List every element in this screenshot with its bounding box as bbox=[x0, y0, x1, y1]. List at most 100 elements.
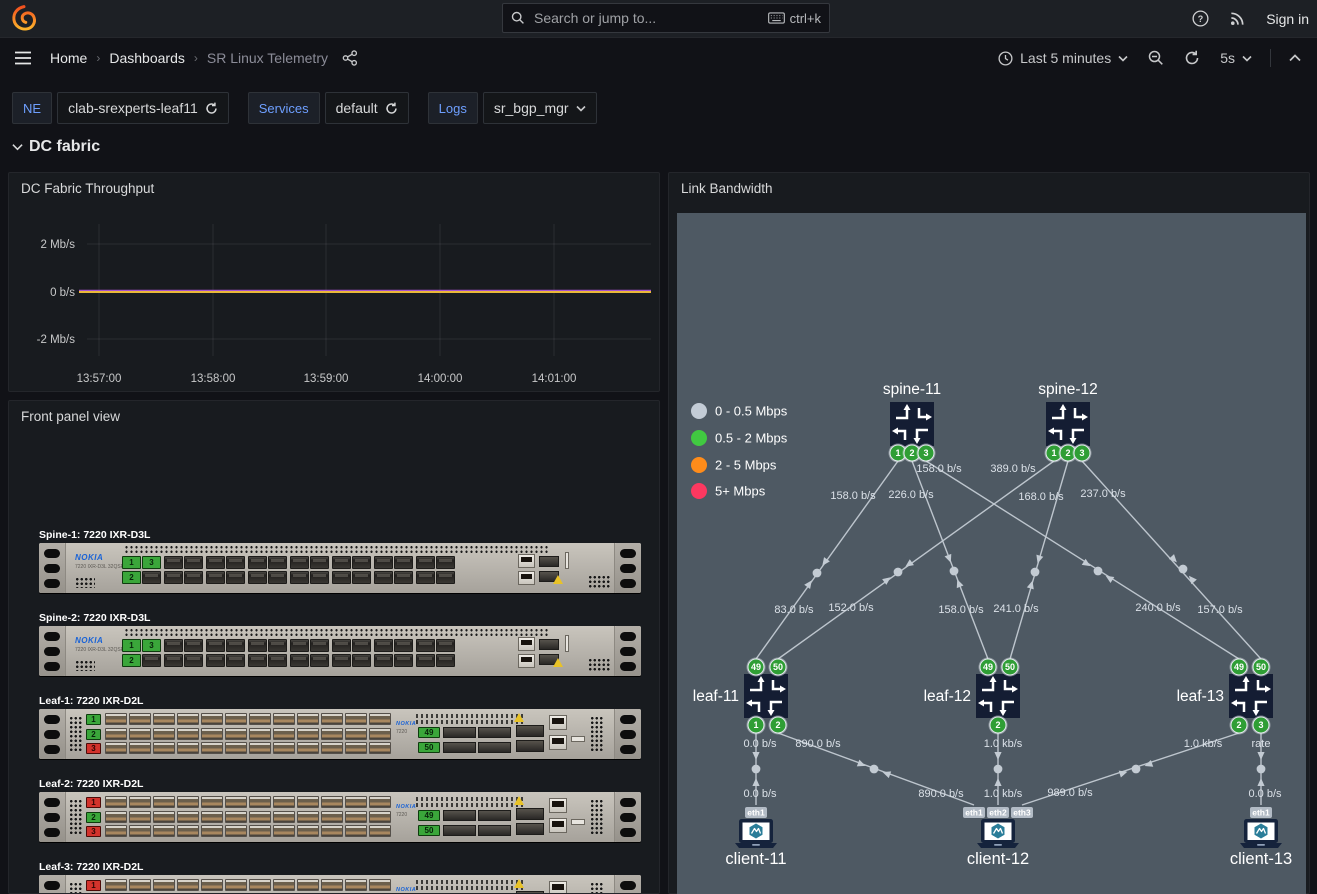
topology-node-spine-11[interactable]: spine-11123 bbox=[883, 381, 941, 463]
chevron-down-icon bbox=[576, 105, 586, 112]
dashboard-toolbar: Home›Dashboards›SR Linux Telemetry Last … bbox=[0, 38, 1317, 78]
svg-text:237.0 b/s: 237.0 b/s bbox=[1080, 488, 1126, 500]
breadcrumb-item-sr-linux-telemetry[interactable]: SR Linux Telemetry bbox=[207, 50, 328, 66]
variable-value: default bbox=[336, 100, 378, 116]
svg-text:14:00:00: 14:00:00 bbox=[418, 373, 463, 385]
topology-node-client-12[interactable]: eth1eth2eth3client-12 bbox=[963, 807, 1033, 868]
svg-text:389.0 b/s: 389.0 b/s bbox=[990, 463, 1036, 475]
svg-text:eth2: eth2 bbox=[989, 808, 1007, 818]
svg-text:158.0 b/s: 158.0 b/s bbox=[830, 490, 876, 502]
svg-text:158.0 b/s: 158.0 b/s bbox=[938, 604, 984, 616]
breadcrumb: Home›Dashboards›SR Linux Telemetry bbox=[50, 50, 328, 66]
search-bar[interactable]: ctrl+k bbox=[502, 3, 830, 33]
svg-text:0.0 b/s: 0.0 b/s bbox=[743, 738, 777, 750]
device-label: Spine-2: 7220 IXR-D3L bbox=[39, 612, 641, 624]
share-icon[interactable] bbox=[342, 50, 358, 66]
svg-text:890.0 b/s: 890.0 b/s bbox=[795, 738, 841, 750]
variable-services: Services default bbox=[248, 92, 409, 124]
topology-link: 0.0 b/s0.0 b/s bbox=[743, 733, 777, 805]
search-shortcut-hint: ctrl+k bbox=[768, 11, 821, 26]
variable-ne: NEclab-srexperts-leaf11 bbox=[12, 92, 229, 124]
time-range-picker[interactable]: Last 5 minutes bbox=[992, 46, 1134, 70]
device-image: NOKIA7220 IXR-D3L 32QSFP28132 bbox=[39, 543, 641, 593]
svg-text:spine-11: spine-11 bbox=[883, 381, 941, 398]
legend-item: 5+ Mbps bbox=[691, 483, 766, 499]
menu-toggle-icon[interactable] bbox=[14, 51, 32, 65]
zoom-out-time-button[interactable] bbox=[1142, 46, 1170, 70]
front-panel-spine-1: Spine-1: 7220 IXR-D3LNOKIA7220 IXR-D3L 3… bbox=[39, 529, 641, 593]
svg-text:client-11: client-11 bbox=[725, 850, 786, 868]
topology-node-client-13[interactable]: eth1client-13 bbox=[1230, 807, 1292, 868]
front-panel-leaf-2: Leaf-2: 7220 IXR-D2L123NOKIA72204950 bbox=[39, 778, 641, 842]
variable-value-picker[interactable]: sr_bgp_mgr bbox=[483, 92, 597, 124]
topology-node-leaf-12[interactable]: leaf-1249502 bbox=[924, 658, 1020, 735]
svg-text:3: 3 bbox=[1079, 448, 1084, 458]
svg-text:157.0 b/s: 157.0 b/s bbox=[1197, 604, 1243, 616]
svg-text:49: 49 bbox=[751, 662, 761, 672]
search-input[interactable] bbox=[532, 9, 768, 27]
help-icon[interactable]: ? bbox=[1192, 10, 1209, 27]
svg-text:1: 1 bbox=[1051, 448, 1056, 458]
svg-text:1: 1 bbox=[753, 720, 758, 730]
svg-text:50: 50 bbox=[773, 662, 783, 672]
topology-node-leaf-11[interactable]: leaf-11495012 bbox=[693, 658, 788, 735]
svg-text:2: 2 bbox=[775, 720, 780, 730]
front-panel-spine-2: Spine-2: 7220 IXR-D3LNOKIA7220 IXR-D3L 3… bbox=[39, 612, 641, 676]
chevron-down-icon bbox=[1242, 55, 1252, 62]
svg-text:rate: rate bbox=[1252, 738, 1271, 750]
svg-text:13:57:00: 13:57:00 bbox=[77, 373, 122, 385]
svg-text:50: 50 bbox=[1256, 662, 1266, 672]
svg-text:2: 2 bbox=[1236, 720, 1241, 730]
legend-item: 0 - 0.5 Mbps bbox=[691, 403, 788, 419]
front-panel-leaf-3: Leaf-3: 7220 IXR-D2L123NOKIA72204950 bbox=[39, 861, 641, 893]
svg-text:eth1: eth1 bbox=[747, 808, 765, 818]
device-image: 123NOKIA72204950 bbox=[39, 709, 641, 759]
topology-link: 158.0 b/s240.0 b/s bbox=[916, 461, 1239, 659]
variable-logs: Logs sr_bgp_mgr bbox=[428, 92, 597, 124]
breadcrumb-item-dashboards[interactable]: Dashboards bbox=[109, 50, 185, 66]
refresh-interval-picker[interactable]: 5s bbox=[1214, 46, 1258, 70]
breadcrumb-separator: › bbox=[194, 51, 198, 65]
variable-label: NE bbox=[12, 92, 52, 124]
device-label: Leaf-3: 7220 IXR-D2L bbox=[39, 861, 641, 873]
topology-node-leaf-13[interactable]: leaf-13495023 bbox=[1177, 658, 1273, 735]
legend-item: 2 - 5 Mbps bbox=[691, 457, 777, 473]
front-panel-leaf-1: Leaf-1: 7220 IXR-D2L 123NOKIA72204950 bbox=[39, 695, 641, 759]
topology-link: 158.0 b/s83.0 b/s bbox=[756, 461, 898, 659]
device-label: Leaf-2: 7220 IXR-D2L bbox=[39, 778, 641, 790]
news-rss-icon[interactable] bbox=[1229, 10, 1246, 27]
svg-text:client-12: client-12 bbox=[967, 850, 1029, 868]
breadcrumb-item-home[interactable]: Home bbox=[50, 50, 87, 66]
variable-value-picker[interactable]: clab-srexperts-leaf11 bbox=[57, 92, 229, 124]
svg-text:3: 3 bbox=[1258, 720, 1263, 730]
svg-text:eth1: eth1 bbox=[1252, 808, 1270, 818]
variable-value-picker[interactable]: default bbox=[325, 92, 409, 124]
svg-text:989.0 b/s: 989.0 b/s bbox=[1047, 787, 1093, 799]
grafana-logo-icon[interactable] bbox=[10, 4, 38, 32]
panel-title[interactable]: Link Bandwidth bbox=[681, 181, 773, 196]
svg-text:152.0 b/s: 152.0 b/s bbox=[828, 602, 874, 614]
sign-in-link[interactable]: Sign in bbox=[1266, 11, 1309, 27]
toolbar-divider bbox=[1270, 49, 1271, 67]
topology-canvas[interactable]: 0 - 0.5 Mbps0.5 - 2 Mbps2 - 5 Mbps5+ Mbp… bbox=[677, 213, 1306, 894]
dashboard-variables: NEclab-srexperts-leaf11 Services default Lo… bbox=[12, 92, 597, 124]
refresh-button[interactable] bbox=[1178, 46, 1206, 70]
topology-node-client-11[interactable]: eth1 client-11 bbox=[725, 807, 786, 868]
chevron-up-icon bbox=[1289, 54, 1301, 62]
device-label: Leaf-1: 7220 IXR-D2L bbox=[39, 695, 641, 707]
chevron-down-icon bbox=[1118, 55, 1128, 62]
topology-node-spine-12[interactable]: spine-12123 bbox=[1038, 381, 1097, 463]
variable-label: Logs bbox=[428, 92, 478, 124]
variable-value: sr_bgp_mgr bbox=[494, 100, 569, 116]
topology-link: 890.0 b/s 890.0 b/s bbox=[778, 733, 974, 805]
topology-diagram: 0 - 0.5 Mbps0.5 - 2 Mbps2 - 5 Mbps5+ Mbp… bbox=[677, 213, 1306, 894]
row-dc-fabric[interactable]: DC fabric bbox=[12, 138, 100, 156]
svg-text:3: 3 bbox=[923, 448, 928, 458]
collapse-toolbar-button[interactable] bbox=[1283, 50, 1307, 66]
front-panel-images: Spine-1: 7220 IXR-D3LNOKIA7220 IXR-D3L 3… bbox=[9, 401, 659, 893]
variable-label: Services bbox=[248, 92, 320, 124]
svg-text:-2 Mb/s: -2 Mb/s bbox=[37, 334, 76, 346]
svg-text:168.0 b/s: 168.0 b/s bbox=[1018, 491, 1064, 503]
svg-text:890.0 b/s: 890.0 b/s bbox=[918, 788, 964, 800]
search-icon bbox=[511, 11, 525, 25]
